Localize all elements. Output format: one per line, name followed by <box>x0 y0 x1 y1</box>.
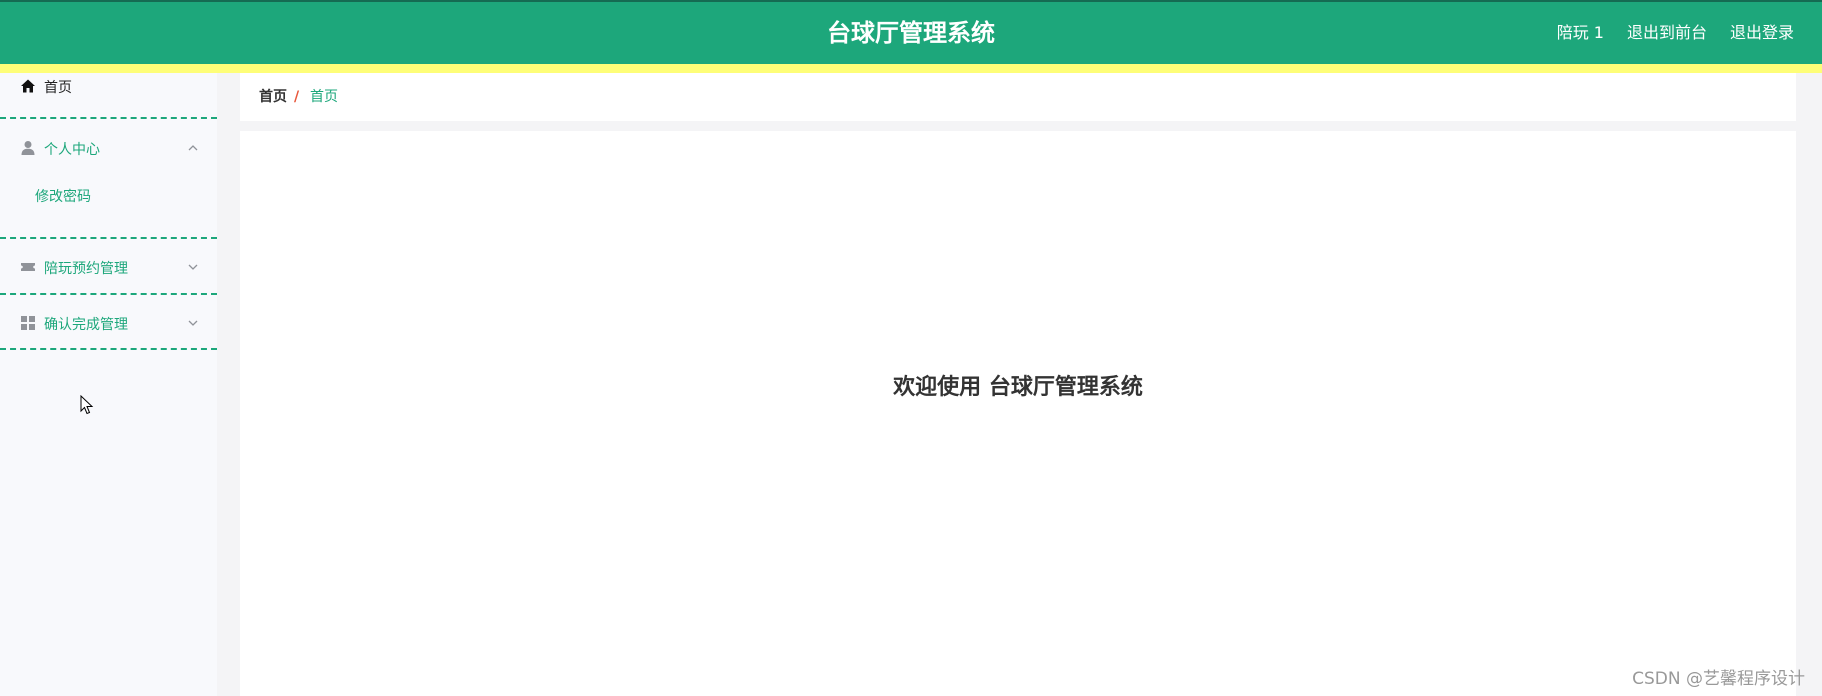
welcome-message: 欢迎使用 台球厅管理系统 <box>893 375 1143 400</box>
current-user-label[interactable]: 陪玩 1 <box>1557 22 1604 44</box>
menu-divider <box>0 237 217 239</box>
sidebar-item-label: 陪玩预约管理 <box>44 261 128 277</box>
header-accent-stripe <box>0 64 1822 73</box>
sidebar: 首页 个人中心 修改密码 陪玩预约管理 确认完成管理 <box>0 73 217 696</box>
sidebar-item-personal-center[interactable]: 个人中心 <box>0 136 217 160</box>
app-title: 台球厅管理系统 <box>827 19 995 47</box>
sidebar-item-completion-management[interactable]: 确认完成管理 <box>0 311 217 335</box>
mouse-cursor-icon <box>80 394 94 415</box>
watermark: CSDN @艺馨程序设计 <box>1632 669 1805 689</box>
breadcrumb-item-home[interactable]: 首页 <box>259 88 287 106</box>
back-to-front-link[interactable]: 退出到前台 <box>1627 22 1707 44</box>
user-icon <box>20 140 36 156</box>
main-content: 欢迎使用 台球厅管理系统 <box>240 131 1796 696</box>
logout-link[interactable]: 退出登录 <box>1730 22 1794 44</box>
breadcrumb-separator: / <box>294 89 300 105</box>
chevron-down-icon <box>186 260 200 274</box>
menu-divider <box>0 293 217 295</box>
top-header: 台球厅管理系统 陪玩 1 退出到前台 退出登录 <box>0 0 1822 64</box>
chevron-up-icon <box>186 141 200 155</box>
sidebar-item-booking-management[interactable]: 陪玩预约管理 <box>0 255 217 279</box>
chevron-down-icon <box>186 316 200 330</box>
sidebar-item-home[interactable]: 首页 <box>0 73 217 100</box>
header-links: 陪玩 1 退出到前台 退出登录 <box>1557 22 1794 44</box>
menu-divider <box>0 117 217 119</box>
sidebar-item-label: 个人中心 <box>44 142 100 158</box>
sidebar-subitem-label: 修改密码 <box>35 189 91 205</box>
breadcrumb-item-current: 首页 <box>310 89 338 105</box>
sidebar-item-label: 首页 <box>44 80 72 96</box>
home-icon <box>20 78 36 94</box>
sidebar-subitem-change-password[interactable]: 修改密码 <box>0 183 217 207</box>
ticket-icon <box>20 259 36 275</box>
menu-divider <box>0 348 217 350</box>
breadcrumb: 首页 / 首页 <box>240 73 1796 121</box>
sidebar-item-label: 确认完成管理 <box>44 317 128 333</box>
grid-icon <box>20 315 36 331</box>
